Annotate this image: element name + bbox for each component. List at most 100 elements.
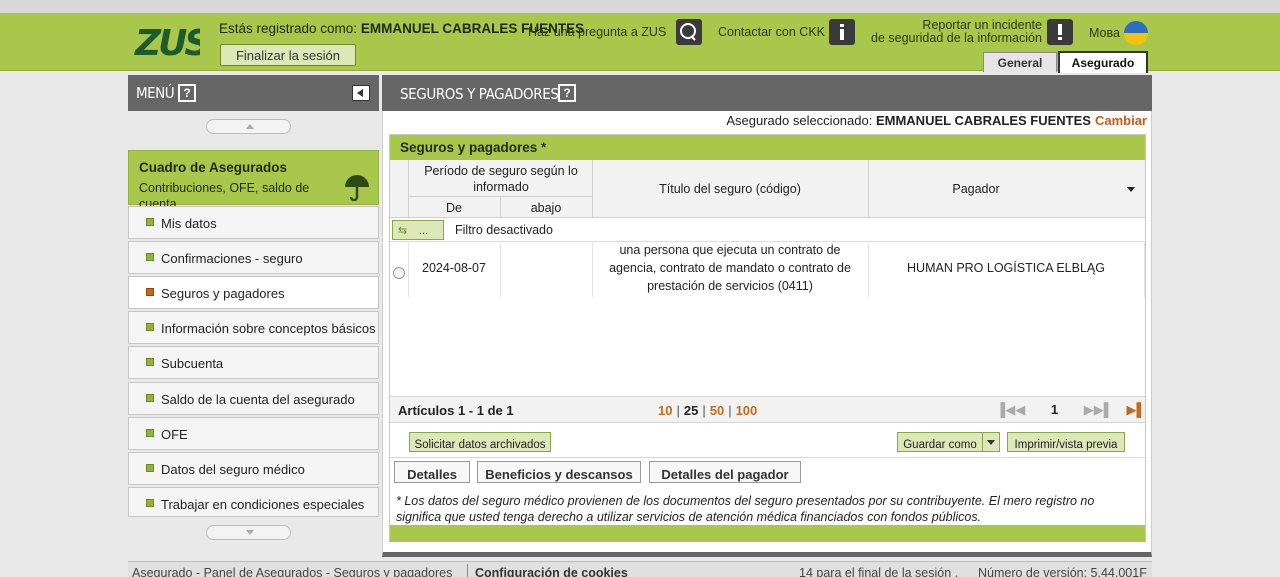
col-to[interactable]: abajo [500,200,592,216]
bullet-icon [146,253,154,261]
filter-button-label: ... [419,225,429,237]
sidebar-item-label: Confirmaciones - seguro [161,251,303,266]
sidebar-item-confirmaciones[interactable]: Confirmaciones - seguro [128,241,379,274]
health-insurance-note: * Los datos del seguro médico provienen … [396,494,1095,524]
main-header: SEGUROS Y PAGADORES ? [382,75,1152,111]
sidebar-item-label: Trabajar en condiciones especiales [161,497,365,512]
tab-general[interactable]: General [983,52,1057,72]
sidebar-item-saldo[interactable]: Saldo de la cuenta del asegurado [128,382,379,415]
bullet-icon [146,288,154,296]
sidebar-item-informacion[interactable]: Información sobre conceptos básicos y [128,311,379,344]
bullet-icon [146,464,154,472]
sidebar-item-label: Información sobre conceptos básicos y [161,321,379,336]
umbrella-icon [345,175,369,201]
save-as-button[interactable]: Guardar como [897,432,983,452]
last-page-icon[interactable]: ▶▌ [1127,402,1146,417]
page-size-selector: 10 | 25 | 50 | 100 [658,403,758,418]
sidebar-item-label: Seguros y pagadores [161,286,285,301]
payer-sort-icon[interactable] [1127,187,1135,192]
current-page: 1 [1050,402,1059,417]
payer-details-button[interactable]: Detalles del pagador [649,461,801,483]
selected-label: Asegurado seleccionado: [726,113,873,128]
sidebar-item-seguro-medico[interactable]: Datos del seguro médico [128,452,379,485]
menu-scroll-down-button[interactable] [206,525,291,540]
sidebar-item-label: Saldo de la cuenta del asegurado [161,392,355,407]
breadcrumb: Asegurado - Panel de Asegurados - Seguro… [132,566,453,577]
filter-icon: ⇆ [398,225,408,237]
bullet-icon [146,218,154,226]
col-from[interactable]: De [408,200,500,216]
row-select-radio[interactable] [393,267,405,279]
benefits-button[interactable]: Beneficios y descansos [477,461,641,483]
registered-label: Estás registrado como: [219,21,358,36]
cell-title: una persona que ejecuta un contrato de a… [609,243,851,293]
panel-header: Seguros y pagadores * [390,135,1145,160]
first-page-icon[interactable]: ▐◀◀ [996,402,1025,417]
details-button[interactable]: Detalles [394,461,470,483]
filter-row: ⇆ ... Filtro desactivado [390,218,1145,242]
cell-payer: HUMAN PRO LOGÍSTICA ELBLĄG [907,261,1105,275]
cookie-settings-link[interactable]: Configuración de cookies [475,566,628,577]
sidebar-item-subcuenta[interactable]: Subcuenta [128,346,379,379]
ask-zus-link[interactable]: Haz una pregunta a ZUS [528,25,666,39]
logout-button[interactable]: Finalizar la sesión [220,44,356,66]
selected-insured: Asegurado seleccionado: EMMANUEL CABRALE… [726,113,1147,128]
save-as-dropdown-icon[interactable] [982,432,1000,452]
col-payer[interactable]: Pagador [868,181,1084,197]
print-preview-button[interactable]: Imprimir/vista previa [1007,432,1125,452]
session-timer: 14 para el final de la sesión . [799,566,959,577]
main-content: Asegurado seleccionado: EMMANUEL CABRALE… [382,111,1152,557]
insured-panel-box[interactable]: Cuadro de Asegurados Contribuciones, OFE… [128,150,379,211]
collapse-menu-icon[interactable] [352,85,370,101]
language-label[interactable]: Мова [1089,26,1120,40]
ukraine-flag-icon[interactable] [1124,21,1148,45]
page-size-25[interactable]: 25 [684,403,698,418]
version-number: Número de versión: 5.44.001F [978,566,1147,577]
insured-panel-title: Cuadro de Asegurados [139,160,288,175]
sidebar-item-ofe[interactable]: OFE [128,417,379,450]
sidebar-item-label: OFE [161,427,188,442]
page-size-10[interactable]: 10 [658,403,672,418]
page-title: SEGUROS Y PAGADORES [400,85,559,103]
request-archived-button[interactable]: Solicitar datos archivados [409,432,551,452]
bullet-icon [146,323,154,331]
page-size-100[interactable]: 100 [736,403,758,418]
sidebar-item-seguros-pagadores[interactable]: Seguros y pagadores [128,276,379,309]
change-insured-link[interactable]: Cambiar [1095,113,1147,128]
chat-icon[interactable] [676,19,702,45]
svg-text:ZUS: ZUS [134,23,200,62]
bullet-icon [146,429,154,437]
tab-asegurado[interactable]: Asegurado [1058,51,1148,73]
menu-title: MENÚ [136,84,175,102]
bullet-icon [146,394,154,402]
sidebar-item-label: Subcuenta [161,356,224,371]
cell-from: 2024-08-07 [422,261,486,275]
sidebar-item-mis-datos[interactable]: Mis datos [128,206,379,239]
sidebar-item-label: Mis datos [161,216,217,231]
col-title[interactable]: Título del seguro (código) [592,181,868,197]
insurance-panel: Seguros y pagadores * Período de seguro … [389,134,1146,542]
report-line-2: de seguridad de la información [871,31,1042,45]
page-help-icon[interactable]: ? [558,84,576,102]
browser-top-strip [0,0,1280,13]
list-footer: Artículos 1 - 1 de 1 10 | 25 | 50 | 100 ▐◀◀ 1 … [390,396,1146,423]
menu-header: MENÚ ? [128,75,379,111]
page-size-50[interactable]: 50 [710,403,724,418]
info-icon[interactable] [829,19,855,45]
bullet-icon [146,499,154,507]
table-row[interactable]: 2024-08-07 una persona que ejecuta un co… [390,243,1145,297]
report-incident-link[interactable]: Reportar un incidente de seguridad de la… [871,19,1042,45]
sidebar-item-label: Datos del seguro médico [161,462,305,477]
filter-status: Filtro desactivado [455,223,553,237]
filter-button[interactable]: ⇆ ... [392,220,444,240]
contact-ckk-link[interactable]: Contactar con CKK [718,25,825,39]
menu-help-icon[interactable]: ? [178,84,196,102]
pagination: ▐◀◀ 1 ▶▶▌ ▶▌ [996,402,1146,418]
selected-user: EMMANUEL CABRALES FUENTES [875,113,1091,128]
menu-scroll-up-button[interactable] [206,119,291,134]
zus-logo[interactable]: ZUS [134,22,200,62]
next-page-icon[interactable]: ▶▶▌ [1084,402,1113,417]
sidebar-item-condiciones-especiales[interactable]: Trabajar en condiciones especiales [128,487,379,517]
warning-icon[interactable] [1047,19,1073,45]
table-header: Período de seguro según lo informado De … [390,160,1145,218]
